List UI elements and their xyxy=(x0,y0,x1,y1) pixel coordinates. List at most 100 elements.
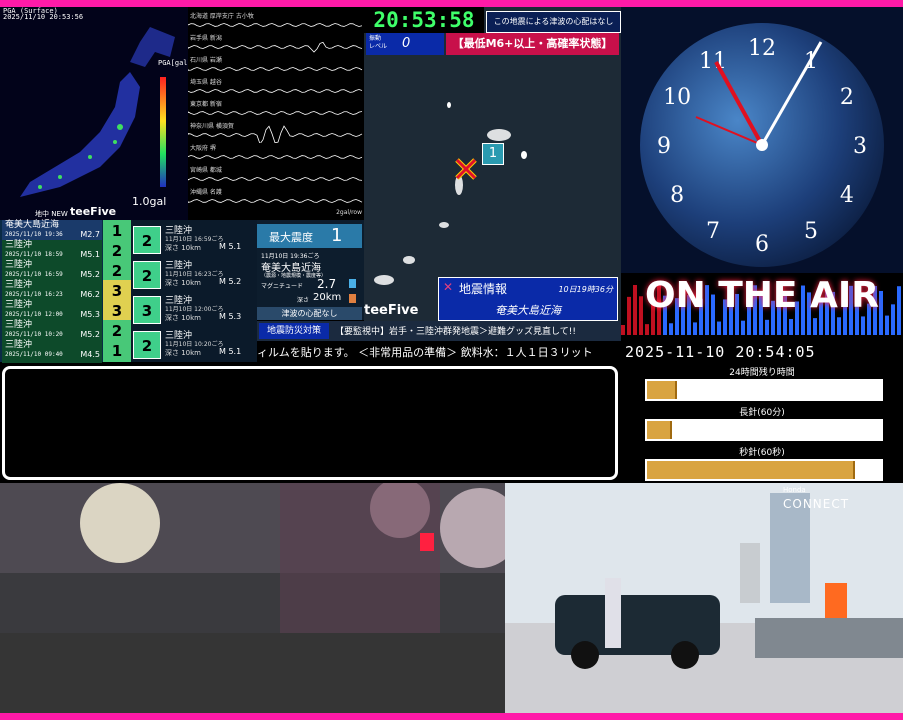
detail-intensity-badge: 2 xyxy=(133,331,161,359)
history-mag: M5.3 xyxy=(80,310,100,319)
history-intensity: 1 xyxy=(103,220,131,242)
waveform-row: 北海道 厚岸支庁 古小牧 xyxy=(188,11,364,33)
history-mag: M5.2 xyxy=(80,270,100,279)
street-camera-feed xyxy=(0,483,505,713)
japan-map-icon xyxy=(20,27,175,197)
message-box xyxy=(2,366,618,480)
waveform-row: 沖縄県 名護 xyxy=(188,187,364,209)
tsunami-status: 津波の心配なし xyxy=(257,307,362,320)
station-label: 沖縄県 名護 xyxy=(190,189,222,196)
clock-number: 10 xyxy=(663,85,691,110)
pga-legend-title: PGA[gal] xyxy=(158,59,188,67)
bottom-frame xyxy=(0,713,903,720)
equalizer-bar xyxy=(717,321,721,335)
station-label: 北海道 厚岸支庁 古小牧 xyxy=(190,13,254,20)
street-scene-icon xyxy=(0,483,505,713)
timer-progress-bar xyxy=(645,459,883,481)
detail-mag: M 5.2 xyxy=(219,277,242,286)
map-logo: teeFive xyxy=(70,205,117,218)
level-box: 振動 レベル 0 xyxy=(366,33,444,55)
station-label: 宮崎県 都城 xyxy=(190,167,222,174)
clock-number: 12 xyxy=(748,36,776,61)
detail-row[interactable]: 3 三陸沖 11月10日 12:00ごろ 深さ 10km M 5.3 xyxy=(131,290,257,324)
clock-number: 2 xyxy=(840,85,854,110)
alert-banner: 【最低M6+以上・高確率状態】 xyxy=(446,33,619,55)
on-air-text: ON THE AIR xyxy=(644,275,880,316)
intensity-marker: 1 xyxy=(482,143,504,165)
quake-history-list: 奄美大島近海 2025/11/10 19:36 M2.7 1 三陸沖 2025/11/10… xyxy=(0,220,131,363)
cam2-logo: CONNECT xyxy=(783,497,850,511)
depth-swatch xyxy=(349,294,356,303)
detail-time: 11月10日 12:00ごろ xyxy=(165,306,224,313)
station-label: 東京都 新宿 xyxy=(190,101,222,108)
history-intensity: 2 xyxy=(103,260,131,282)
detail-depth: 深さ 10km xyxy=(165,244,202,252)
equalizer-bar xyxy=(741,320,745,335)
history-mag: M5.1 xyxy=(80,250,100,259)
clock-number: 5 xyxy=(804,219,818,244)
history-intensity: 2 xyxy=(103,320,131,342)
station-label: 埼玉県 越谷 xyxy=(190,79,222,86)
detail-mag: M 5.3 xyxy=(219,312,242,321)
detail-intensity-badge: 2 xyxy=(133,226,161,254)
station-label: 神奈川県 横須賀 xyxy=(190,123,234,130)
detail-row[interactable]: 2 三陸沖 11月10日 10:20ごろ 深さ 10km M 5.1 xyxy=(131,325,257,359)
level-value: 0 xyxy=(402,36,411,51)
equalizer-bar xyxy=(885,315,889,335)
history-intensity: 3 xyxy=(103,280,131,302)
scale-value: 1.0gal xyxy=(132,195,167,208)
equalizer-bar xyxy=(645,324,649,335)
clock-number: 3 xyxy=(853,134,867,159)
mag-value: 2.7 xyxy=(317,277,337,291)
clock-face-icon: 121234567891011 xyxy=(640,23,884,267)
timer-bar-label: 24時間残り時間 xyxy=(729,368,795,378)
waveform-row: 石川県 岩瀬 xyxy=(188,55,364,77)
waveform-row: 神奈川県 横須賀 xyxy=(188,121,364,145)
waveform-row: 大阪府 堺 xyxy=(188,143,364,165)
detail-row[interactable]: 2 三陸沖 11月10日 16:59ごろ 深さ 10km M 5.1 xyxy=(131,220,257,254)
parking-scene-icon xyxy=(505,483,903,713)
waveform-row: 東京都 新宿 xyxy=(188,99,364,121)
detail-depth: 深さ 10km xyxy=(165,279,202,287)
timer-datetime: 2025-11-10 20:54:05 xyxy=(625,343,816,361)
detail-time: 11月10日 10:20ごろ xyxy=(165,341,224,348)
detail-mag: M 5.1 xyxy=(219,242,242,251)
timer-panel: 2025-11-10 20:54:05 24時間残り時間 長針(60分) 秒針(60… xyxy=(621,335,903,481)
history-mag: M4.5 xyxy=(80,350,100,359)
waveform-panel: 北海道 厚岸支庁 古小牧 岩手県 新潟 石川県 岩瀬 埼玉県 越谷 東京都 新宿神奈川県… xyxy=(188,7,364,220)
timer-progress-bar xyxy=(645,379,883,401)
top-frame xyxy=(0,0,903,7)
timer-progress-bar xyxy=(645,419,883,441)
analog-clock-panel: 121234567891011 xyxy=(621,7,903,273)
history-intensity: 3 xyxy=(103,300,131,322)
mag-swatch xyxy=(349,279,356,288)
depth-value: 20km xyxy=(313,292,342,303)
clock-number: 6 xyxy=(755,232,769,257)
pga-map-panel: PGA (Surface) 2025/11/10 20:53:56 PGA[ga… xyxy=(0,7,188,220)
station-label: 岩手県 新潟 xyxy=(190,35,222,42)
map-footer: 地中 NEW xyxy=(35,210,68,218)
max-intensity-panel: 最大震度 1 11月10日 19:36ごろ 奄美大島近海 （震源・地震規模・震度… xyxy=(257,220,364,320)
equalizer-bar xyxy=(837,317,841,335)
detail-row[interactable]: 2 三陸沖 11月10日 16:23ごろ 深さ 10km M 5.2 xyxy=(131,255,257,289)
equalizer-bar xyxy=(669,323,673,335)
history-left: 三陸沖 2025/11/10 09:40 M4.5 xyxy=(2,340,102,363)
history-mag: M6.2 xyxy=(80,290,100,299)
equalizer-bar xyxy=(861,316,865,335)
quake-detail-list: 2 三陸沖 11月10日 16:59ごろ 深さ 10km M 5.1 2 三陸沖 11月10日… xyxy=(131,220,257,362)
detail-time: 11月10日 16:23ごろ xyxy=(165,271,224,278)
station-label: 石川県 岩瀬 xyxy=(190,57,222,64)
quake-clock: 20:53:58 xyxy=(364,7,484,33)
close-icon: ✕ xyxy=(443,280,454,294)
equalizer-bar xyxy=(789,318,793,335)
equalizer-bar xyxy=(693,322,697,335)
history-mag: M5.2 xyxy=(80,330,100,339)
timer-progress-fill xyxy=(647,381,678,399)
waveform-row: 宮崎県 都城 xyxy=(188,165,364,187)
detail-intensity-badge: 3 xyxy=(133,296,161,324)
detail-depth: 深さ 10km xyxy=(165,314,202,322)
history-row[interactable]: 三陸沖 2025/11/10 09:40 M4.5 1 xyxy=(0,340,131,363)
quake-map-panel: 20:53:58 この地震による津波の心配はなし 振動 レベル 0 【最低M6+… xyxy=(364,7,621,321)
depth-label: 深さ xyxy=(297,297,310,304)
clock-number: 9 xyxy=(657,134,671,159)
